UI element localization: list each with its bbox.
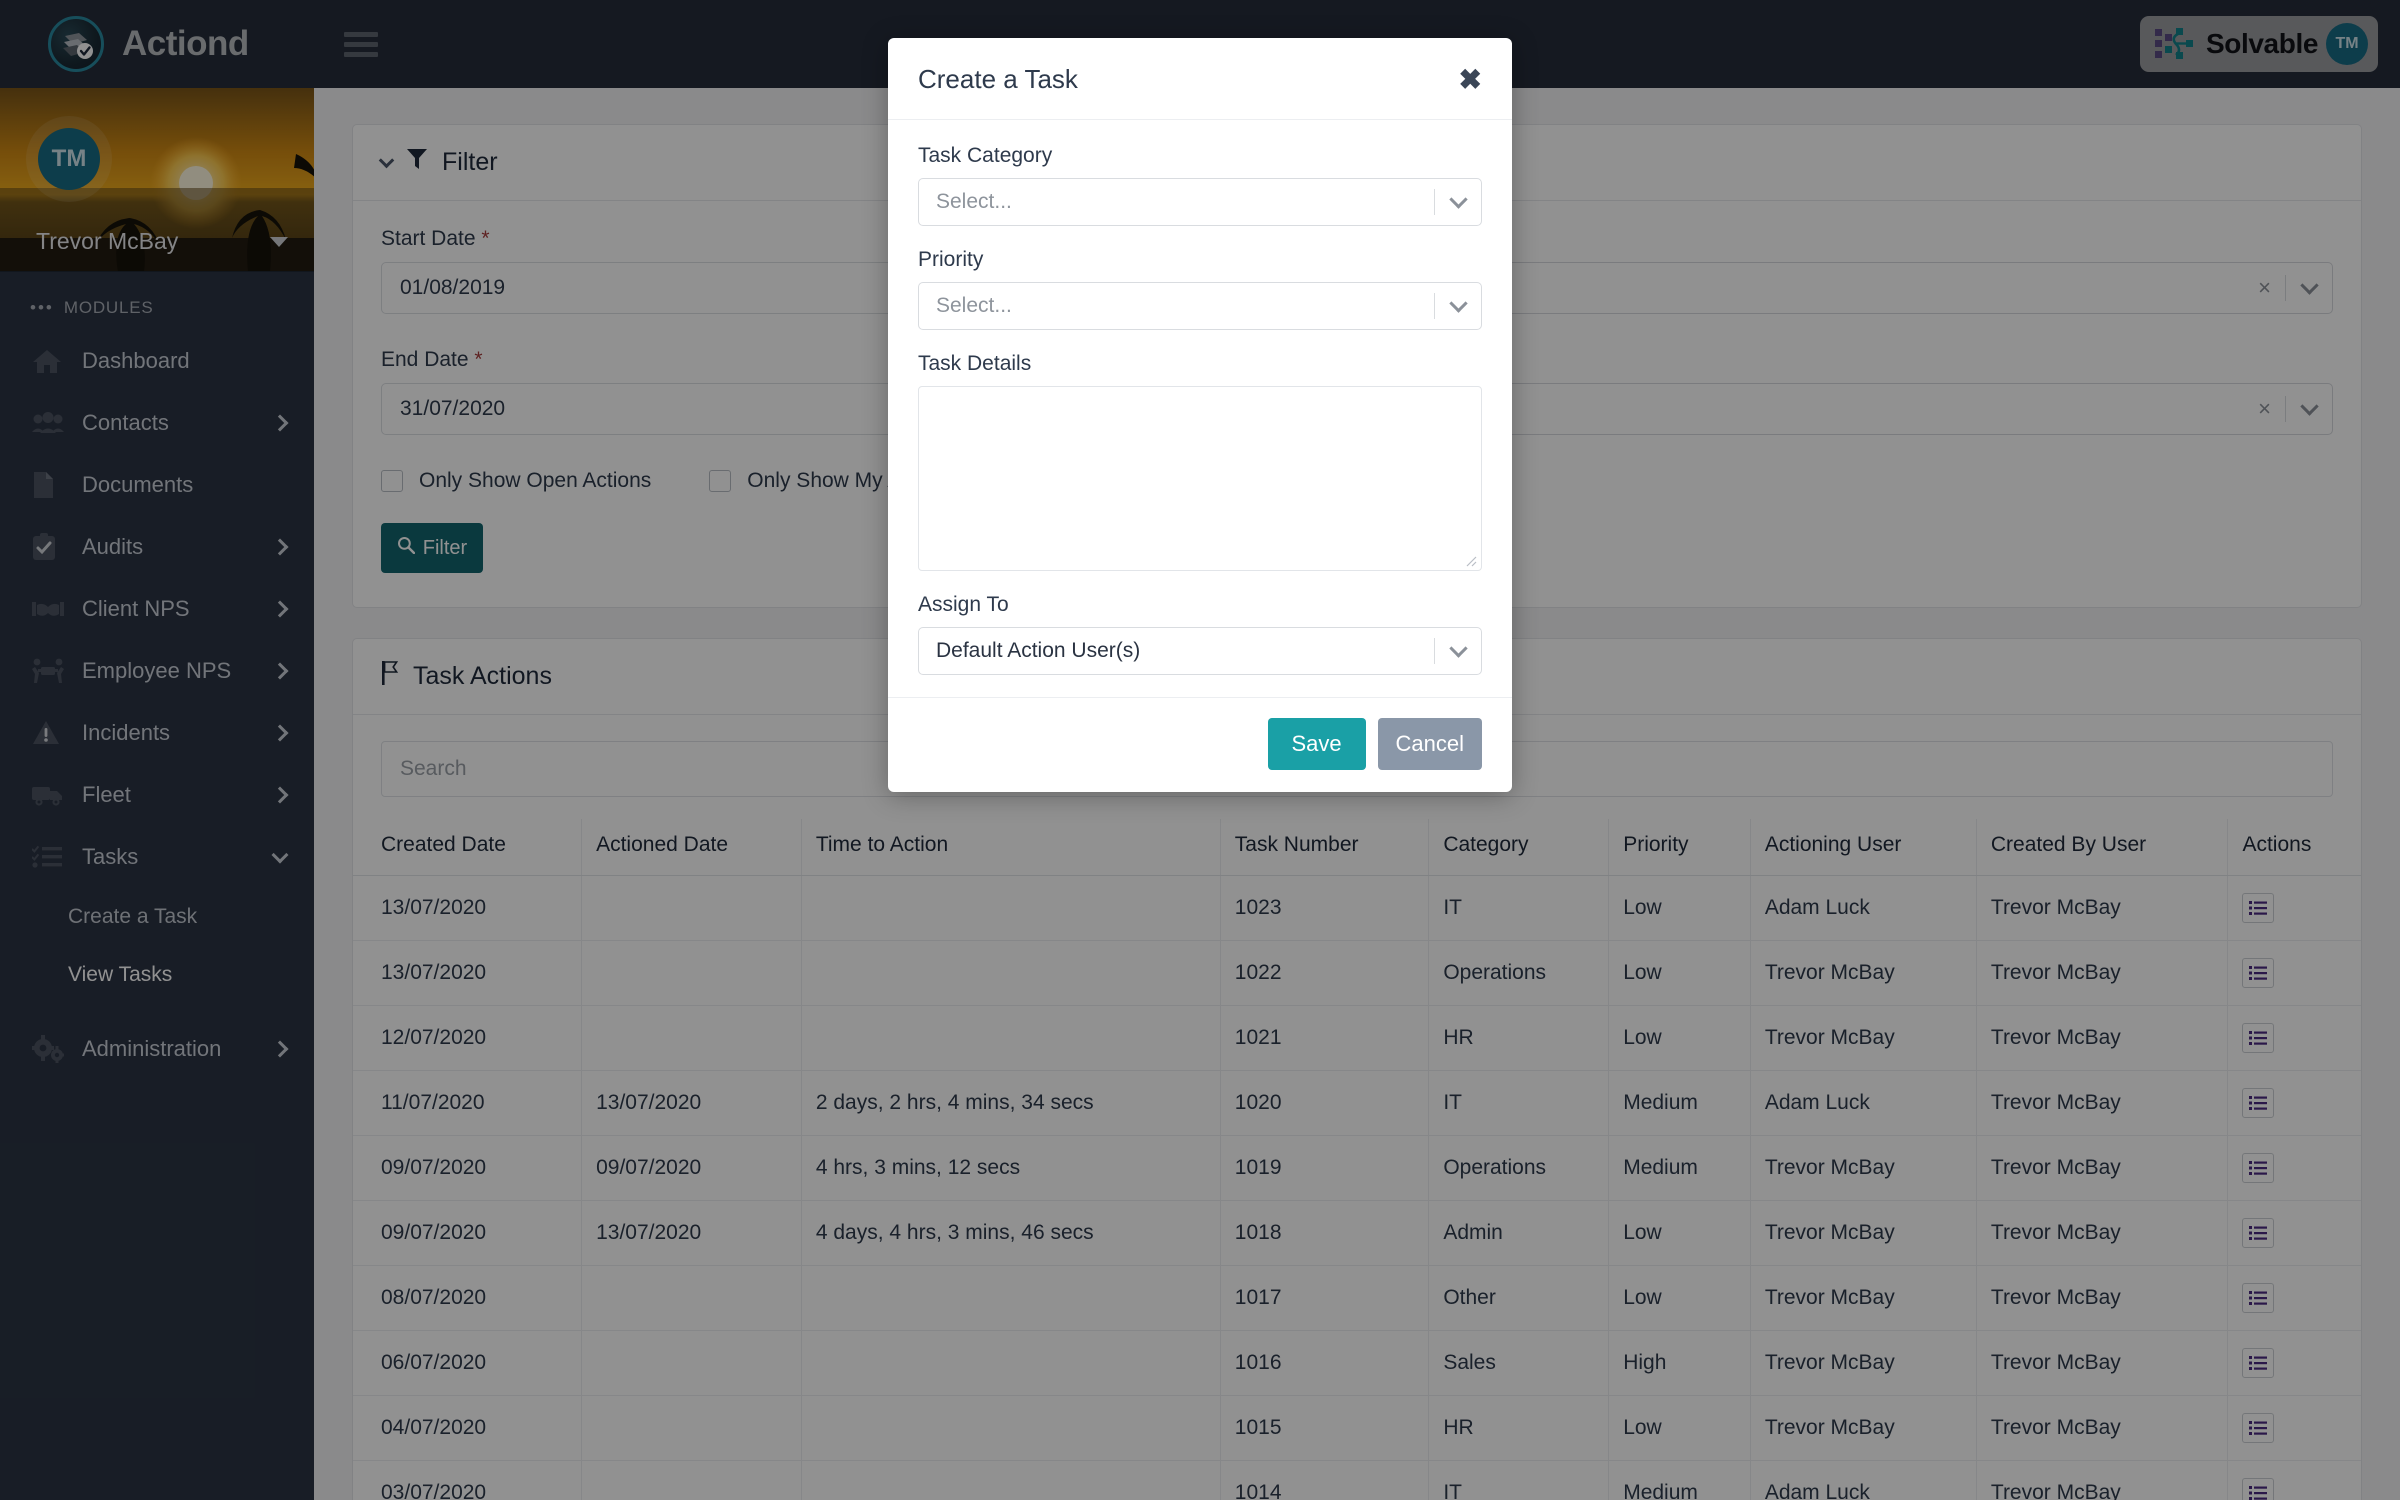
task-details-textarea[interactable] bbox=[918, 386, 1482, 571]
modal-header: Create a Task ✖ bbox=[888, 38, 1512, 120]
priority-select[interactable]: Select... bbox=[918, 282, 1482, 330]
assign-to-select[interactable]: Default Action User(s) bbox=[918, 627, 1482, 675]
task-details-label: Task Details bbox=[918, 352, 1032, 375]
create-task-modal: Create a Task ✖ Task Category Select... … bbox=[888, 38, 1512, 792]
priority-value: Select... bbox=[936, 294, 1012, 317]
save-button[interactable]: Save bbox=[1267, 718, 1366, 770]
assign-to-label: Assign To bbox=[918, 593, 1009, 616]
priority-label: Priority bbox=[918, 248, 984, 271]
close-icon[interactable]: ✖ bbox=[1459, 65, 1482, 94]
task-category-value: Select... bbox=[936, 190, 1012, 213]
chevron-down-icon[interactable] bbox=[1435, 639, 1481, 660]
app-root: Actiond Solvable TM TM Trevor McBay ••• … bbox=[0, 0, 2400, 1500]
modal-title: Create a Task bbox=[918, 64, 1078, 94]
chevron-down-icon[interactable] bbox=[1435, 294, 1481, 315]
modal-footer: Save Cancel bbox=[888, 697, 1512, 792]
assign-to-value: Default Action User(s) bbox=[936, 639, 1141, 662]
modal-body: Task Category Select... Priority Select.… bbox=[888, 120, 1512, 697]
cancel-button[interactable]: Cancel bbox=[1377, 718, 1482, 770]
chevron-down-icon[interactable] bbox=[1435, 190, 1481, 211]
task-category-select[interactable]: Select... bbox=[918, 178, 1482, 226]
resize-grip-icon[interactable] bbox=[1463, 553, 1477, 567]
task-category-label: Task Category bbox=[918, 144, 1053, 167]
